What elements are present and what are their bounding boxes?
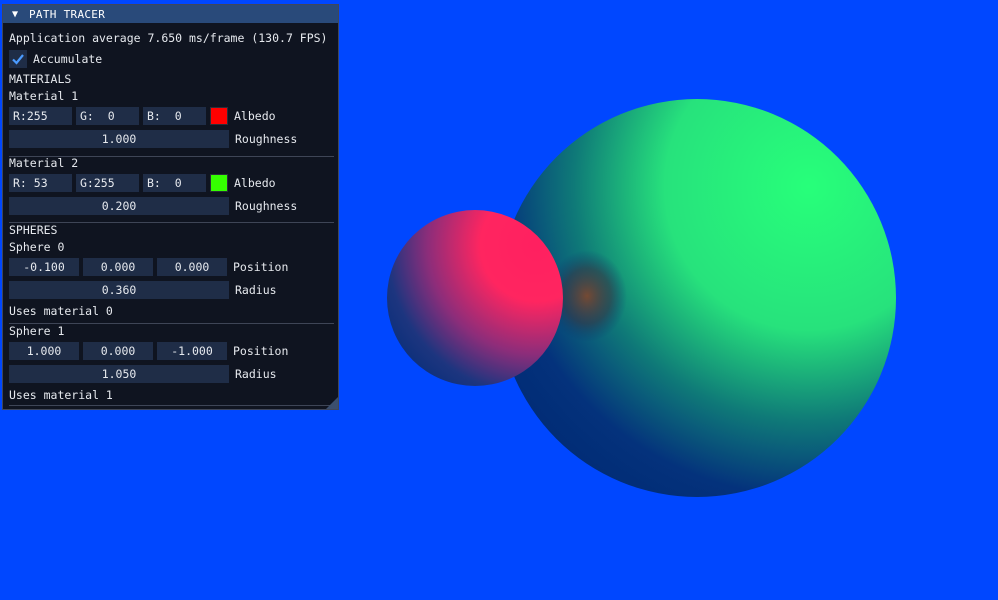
material-1-g-field[interactable]: G: 0 [76,107,139,125]
sphere-0-pos-x-field[interactable]: -0.100 [9,258,79,276]
material-1-title: Material 1 [9,89,79,103]
sphere-1-material-text: Uses material 1 [9,388,113,402]
panel-titlebar[interactable]: ▼ PATH TRACER [3,5,338,23]
sphere-1-radius-slider[interactable]: 1.050 [9,365,229,383]
sphere-0-pos-y-field[interactable]: 0.000 [83,258,153,276]
material-2-g-field[interactable]: G:255 [76,174,139,192]
sphere-1-pos-z-field[interactable]: -1.000 [157,342,227,360]
materials-header: MATERIALS [9,72,72,86]
material-2-b-field[interactable]: B: 0 [143,174,206,192]
sphere-0-render [387,210,563,386]
material-1-albedo-label: Albedo [234,109,276,123]
sphere-1-title: Sphere 1 [9,324,65,338]
material-1-r-field[interactable]: R:255 [9,107,72,125]
panel-title: PATH TRACER [29,7,106,21]
material-2-albedo-label: Albedo [234,176,276,190]
material-2-r-field[interactable]: R: 53 [9,174,72,192]
sphere-1-pos-y-field[interactable]: 0.000 [83,342,153,360]
material-2-color-swatch[interactable] [210,174,228,192]
sphere-1-position-label: Position [233,344,289,358]
separator [9,405,334,406]
spheres-header: SPHERES [9,223,58,237]
checkmark-icon [12,54,24,65]
resize-grip-icon[interactable] [326,397,338,409]
material-1-b-field[interactable]: B: 0 [143,107,206,125]
material-1-roughness-slider[interactable]: 1.000 [9,130,229,148]
sphere-0-position-label: Position [233,260,289,274]
path-tracer-panel: ▼ PATH TRACER Application average 7.650 … [2,4,339,410]
sphere-0-material-text: Uses material 0 [9,304,113,318]
accumulate-checkbox[interactable] [9,50,27,68]
sphere-0-radius-slider[interactable]: 0.360 [9,281,229,299]
sphere-0-radius-label: Radius [235,283,277,297]
accumulate-label: Accumulate [33,52,103,66]
collapse-triangle-icon[interactable]: ▼ [7,9,23,20]
sphere-1-radius-label: Radius [235,367,277,381]
material-1-color-swatch[interactable] [210,107,228,125]
sphere-0-pos-z-field[interactable]: 0.000 [157,258,227,276]
material-2-roughness-slider[interactable]: 0.200 [9,197,229,215]
sphere-1-pos-x-field[interactable]: 1.000 [9,342,79,360]
sphere-0-title: Sphere 0 [9,240,65,254]
material-2-roughness-label: Roughness [235,199,298,213]
material-1-roughness-label: Roughness [235,132,298,146]
material-2-title: Material 2 [9,156,79,170]
fps-stats: Application average 7.650 ms/frame (130.… [9,31,328,45]
